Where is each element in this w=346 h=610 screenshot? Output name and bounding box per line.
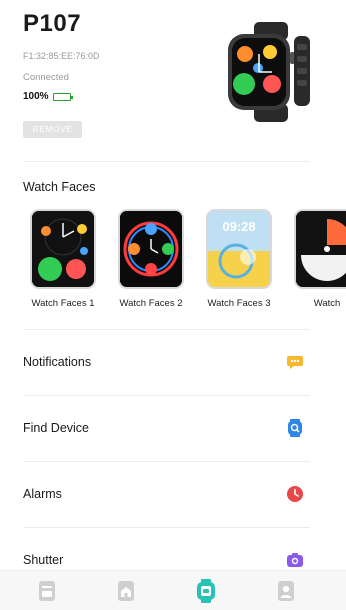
menu-notifications[interactable]: Notifications xyxy=(0,330,346,394)
watch-face-thumbnail xyxy=(294,209,346,289)
remove-button[interactable]: REMOVE xyxy=(23,121,82,138)
tab-profile[interactable] xyxy=(274,579,298,603)
divider xyxy=(23,161,310,162)
menu-item-label: Alarms xyxy=(23,487,62,501)
watch-face-card[interactable]: Watch xyxy=(288,209,346,309)
find-device-icon xyxy=(288,419,302,437)
watch-product-image xyxy=(228,22,310,122)
watch-face-thumbnail: 09:28 xyxy=(206,209,272,289)
watch-face-label: Watch Faces 3 xyxy=(207,298,271,309)
watch-face-thumbnail xyxy=(118,209,184,289)
camera-icon xyxy=(287,553,303,567)
watch-face-thumbnail xyxy=(30,209,96,289)
tab-watch[interactable] xyxy=(194,579,218,603)
watch-face-card[interactable]: Watch Faces 1 xyxy=(24,209,102,309)
battery-icon xyxy=(52,92,73,101)
connection-status: Connected xyxy=(23,72,69,83)
message-icon xyxy=(287,356,303,369)
watch-face-time: 09:28 xyxy=(222,219,255,234)
watch-face-card[interactable]: Watch Faces 2 xyxy=(112,209,190,309)
watch-face-card[interactable]: 09:28 Watch Faces 3 xyxy=(200,209,278,309)
menu-find-device[interactable]: Find Device xyxy=(0,396,346,460)
device-mac-address: F1:32:85:EE:76:0D xyxy=(23,51,100,61)
device-name: P107 xyxy=(23,10,82,37)
watch-faces-title: Watch Faces xyxy=(23,180,96,194)
menu-item-label: Find Device xyxy=(23,421,89,435)
watch-face-label: Watch xyxy=(313,298,341,309)
battery-status: 100% xyxy=(23,91,73,102)
alarm-icon xyxy=(287,486,303,502)
watch-face-label: Watch Faces 2 xyxy=(119,298,183,309)
watch-faces-carousel[interactable]: Watch Faces 1 Watch Faces 2 09:28 Watch … xyxy=(0,209,346,319)
bottom-tab-bar xyxy=(0,570,346,610)
menu-alarms[interactable]: Alarms xyxy=(0,462,346,526)
tab-device-list[interactable] xyxy=(35,579,59,603)
menu-item-label: Shutter xyxy=(23,553,64,567)
tab-home[interactable] xyxy=(114,579,138,603)
battery-percent: 100% xyxy=(23,91,49,102)
menu-item-label: Notifications xyxy=(23,355,92,369)
watch-face-label: Watch Faces 1 xyxy=(31,298,95,309)
